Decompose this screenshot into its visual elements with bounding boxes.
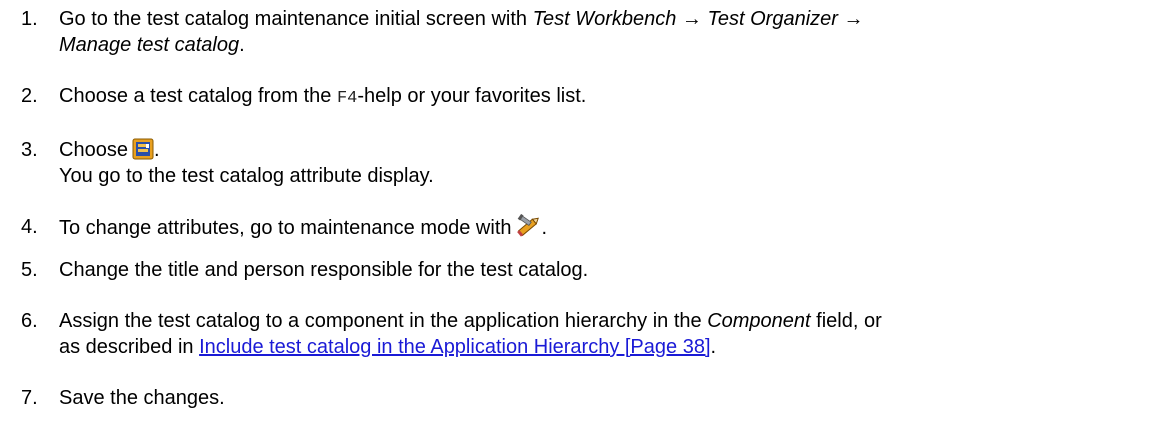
step-text: Choose. You go to the test catalog attrib…: [59, 138, 434, 187]
step-1: 1. Go to the test catalog maintenance in…: [21, 6, 1132, 58]
procedure-steps: 1. Go to the test catalog maintenance in…: [21, 6, 1132, 411]
step-2: 2. Choose a test catalog from the F4-hel…: [21, 83, 1132, 112]
step-result: You go to the test catalog attribute dis…: [59, 165, 434, 187]
include-test-catalog-link[interactable]: Include test catalog in the Application …: [199, 336, 710, 358]
step-5: 5. Change the title and person responsib…: [21, 257, 1132, 283]
f4-key-code: F4: [336, 89, 358, 108]
step-number: 6.: [21, 310, 38, 332]
step-number: 4.: [21, 216, 38, 238]
step-text: Assign the test catalog to a component i…: [59, 310, 882, 358]
step-text: Change the title and person responsible …: [59, 259, 589, 281]
step-number: 7.: [21, 387, 38, 409]
step-number: 3.: [21, 139, 38, 161]
step-text: Choose a test catalog from the F4-help o…: [59, 85, 587, 108]
menu-path-test-organizer: Test Organizer: [707, 8, 838, 30]
step-6: 6. Assign the test catalog to a componen…: [21, 308, 1132, 360]
step-3: 3. Choose. You go to the test catalog att…: [21, 137, 1132, 189]
menu-path-test-workbench: Test Workbench: [532, 8, 677, 30]
step-4: 4. To change attributes, go to maintenan…: [21, 214, 1132, 241]
document-page: 1. Go to the test catalog maintenance in…: [0, 0, 1162, 421]
step-number: 1.: [21, 8, 38, 30]
step-text: Go to the test catalog maintenance initi…: [59, 8, 864, 56]
display-attributes-icon: [132, 138, 154, 160]
component-field-name: Component: [707, 310, 811, 332]
step-text: Save the changes.: [59, 387, 225, 409]
menu-path-manage-test-catalog: Manage test catalog: [59, 34, 240, 56]
display-change-icon: [516, 214, 542, 238]
step-number: 5.: [21, 259, 38, 281]
step-text: To change attributes, go to maintenance …: [59, 214, 1132, 241]
step-number: 2.: [21, 85, 38, 107]
step-7: 7. Save the changes.: [21, 385, 1132, 411]
